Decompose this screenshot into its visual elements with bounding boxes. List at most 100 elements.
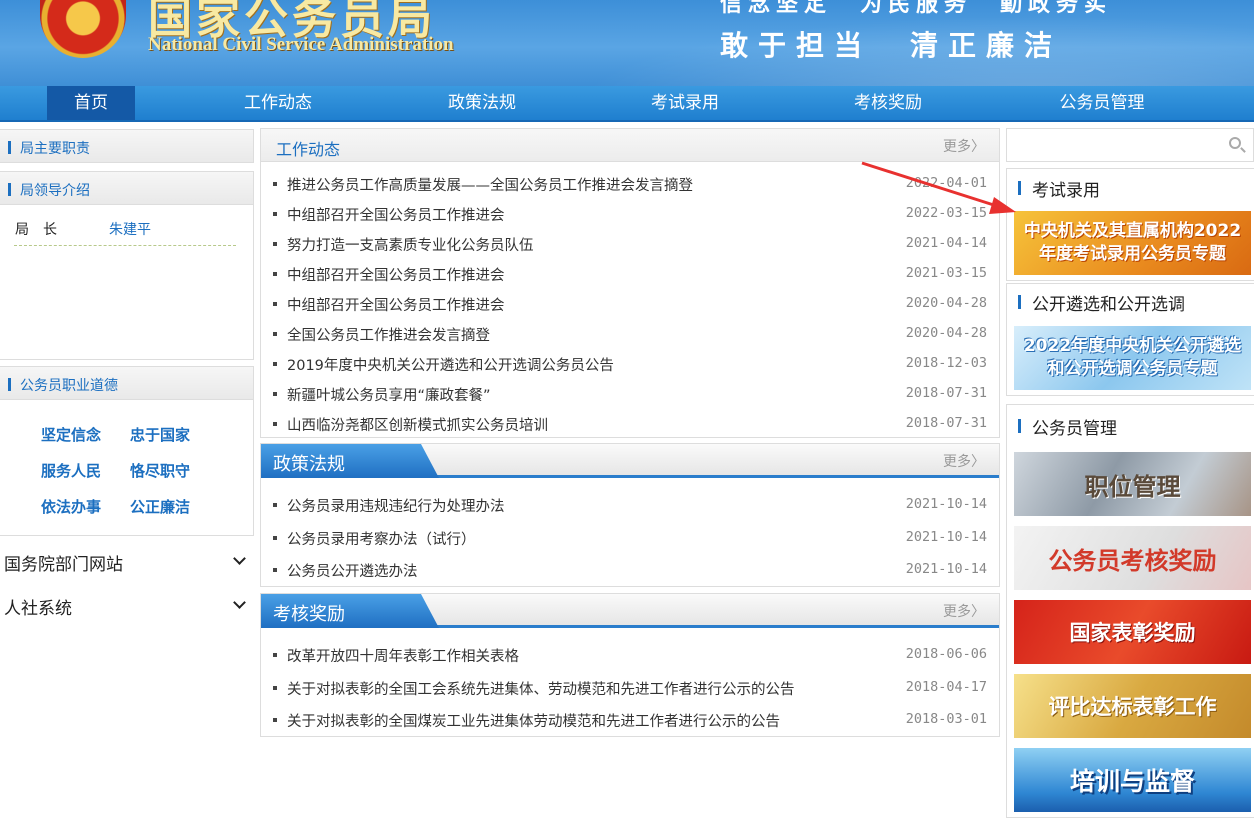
compare-commend-banner[interactable]: 评比达标表彰工作 (1014, 674, 1251, 738)
director-label: 局 长 (15, 222, 57, 238)
search-icon[interactable] (1229, 137, 1241, 149)
chevron-down-icon (233, 596, 246, 609)
bullet-icon (273, 422, 277, 426)
search-input[interactable] (1013, 135, 1223, 155)
exam-heading-text: 考试录用 (1032, 181, 1100, 201)
nav-home[interactable]: 首页 (47, 86, 135, 120)
news-date: 2020-04-28 (905, 325, 987, 341)
management-heading: 公务员管理 (1018, 414, 1117, 439)
bullet-icon (273, 686, 277, 690)
award-more-link[interactable]: 更多〉 (943, 601, 985, 621)
news-title[interactable]: 中组部召开全国公务员工作推进会 (287, 294, 505, 315)
news-item[interactable]: 关于对拟表彰的全国工会系统先进集体、劳动模范和先进工作者进行公示的公告 2018-… (273, 678, 987, 698)
bullet-icon (273, 392, 277, 396)
news-item[interactable]: 中组部召开全国公务员工作推进会 2022-03-15 (273, 204, 987, 224)
news-item[interactable]: 全国公务员工作推进会发言摘登 2020-04-28 (273, 324, 987, 344)
nav-policy[interactable]: 政策法规 (432, 86, 532, 120)
news-title[interactable]: 中组部召开全国公务员工作推进会 (287, 204, 505, 225)
nav-award[interactable]: 考核奖励 (838, 86, 938, 120)
bullet-icon (273, 242, 277, 246)
news-item[interactable]: 推进公务员工作高质量发展——全国公务员工作推进会发言摘登 2022-04-01 (273, 174, 987, 194)
news-item[interactable]: 新疆叶城公务员享用“廉政套餐” 2018-07-31 (273, 384, 987, 404)
news-date: 2018-06-06 (905, 646, 987, 662)
news-date: 2018-07-31 (905, 415, 987, 431)
news-item[interactable]: 中组部召开全国公务员工作推进会 2021-03-15 (273, 264, 987, 284)
evaluation-award-banner[interactable]: 公务员考核奖励 (1014, 526, 1251, 590)
award-panel: 考核奖励 更多〉 改革开放四十周年表彰工作相关表格 2018-06-06 关于对拟… (260, 593, 1000, 737)
bar-marker (8, 183, 11, 196)
news-item[interactable]: 关于对拟表彰的全国煤炭工业先进集体劳动模范和先进工作者进行公示的公告 2018-0… (273, 710, 987, 730)
news-item[interactable]: 2019年度中央机关公开遴选和公开选调公务员公告 2018-12-03 (273, 354, 987, 374)
news-item[interactable]: 公务员公开遴选办法 2021-10-14 (273, 560, 987, 580)
news-date: 2018-12-03 (905, 355, 987, 371)
ethics-title: 公务员职业道德 (20, 378, 118, 394)
news-title[interactable]: 改革开放四十周年表彰工作相关表格 (287, 645, 519, 666)
policy-more-link[interactable]: 更多〉 (943, 451, 985, 471)
selection-heading-text: 公开遴选和公开选调 (1032, 295, 1185, 315)
left-ethics-bar: 公务员职业道德 (0, 366, 254, 400)
ethic-item: 坚定信念 (41, 426, 102, 444)
news-item[interactable]: 公务员录用违规违纪行为处理办法 2021-10-14 (273, 495, 987, 515)
news-title[interactable]: 公务员录用考察办法（试行） (287, 528, 476, 549)
news-title[interactable]: 山西临汾尧都区创新模式抓实公务员培训 (287, 414, 548, 435)
banner-line: 和公开选调公务员专题 (1047, 359, 1218, 379)
exam-2022-banner[interactable]: 中央机关及其直属机构2022 年度考试录用公务员专题 (1014, 211, 1251, 275)
director-name-link[interactable]: 朱建平 (109, 219, 151, 239)
news-title[interactable]: 2019年度中央机关公开遴选和公开选调公务员公告 (287, 354, 614, 375)
national-emblem-logo[interactable] (40, 0, 126, 58)
position-management-banner[interactable]: 职位管理 (1014, 452, 1251, 516)
work-news-more-link[interactable]: 更多〉 (943, 136, 985, 156)
news-item[interactable]: 公务员录用考察办法（试行） 2021-10-14 (273, 528, 987, 548)
bullet-icon (273, 718, 277, 722)
nav-work-news[interactable]: 工作动态 (228, 86, 328, 120)
left-duties-bar[interactable]: 局主要职责 (0, 129, 254, 163)
leaders-link[interactable]: 局领导介绍 (20, 180, 90, 200)
ethics-box: 坚定信念 忠于国家 服务人民 恪尽职守 依法办事 公正廉洁 (0, 400, 254, 536)
news-title[interactable]: 公务员录用违规违纪行为处理办法 (287, 495, 505, 516)
news-title[interactable]: 关于对拟表彰的全国煤炭工业先进集体劳动模范和先进工作者进行公示的公告 (287, 710, 780, 731)
news-title[interactable]: 努力打造一支高素质专业化公务员队伍 (287, 234, 534, 255)
policy-title[interactable]: 政策法规 (273, 450, 345, 476)
chevron-right-icon: 〉 (971, 604, 985, 620)
award-title[interactable]: 考核奖励 (273, 600, 345, 626)
news-item[interactable]: 改革开放四十周年表彰工作相关表格 2018-06-06 (273, 645, 987, 665)
policy-tab[interactable]: 政策法规 (261, 444, 439, 478)
bullet-icon (273, 332, 277, 336)
more-label: 更多 (943, 139, 971, 155)
news-date: 2022-04-01 (905, 175, 987, 191)
more-label: 更多 (943, 604, 971, 620)
national-honor-banner[interactable]: 国家表彰奖励 (1014, 600, 1251, 664)
training-supervision-banner[interactable]: 培训与监督 (1014, 748, 1251, 812)
news-title[interactable]: 全国公务员工作推进会发言摘登 (287, 324, 490, 345)
news-title[interactable]: 新疆叶城公务员享用“廉政套餐” (287, 384, 491, 405)
news-title[interactable]: 关于对拟表彰的全国工会系统先进集体、劳动模范和先进工作者进行公示的公告 (287, 678, 795, 699)
bullet-icon (273, 653, 277, 657)
duties-link[interactable]: 局主要职责 (20, 138, 90, 158)
news-item[interactable]: 山西临汾尧都区创新模式抓实公务员培训 2018-07-31 (273, 414, 987, 434)
more-label: 更多 (943, 454, 971, 470)
banner-line: 年度考试录用公务员专题 (1038, 244, 1226, 264)
nav-management[interactable]: 公务员管理 (1040, 86, 1164, 120)
site-title-en[interactable]: National Civil Service Administration (148, 34, 454, 56)
news-date: 2021-10-14 (905, 561, 987, 577)
banner-line: 中央机关及其直属机构2022 (1023, 221, 1242, 241)
award-tab[interactable]: 考核奖励 (261, 594, 439, 628)
news-title[interactable]: 中组部召开全国公务员工作推进会 (287, 264, 505, 285)
ethic-item: 公正廉洁 (130, 498, 191, 516)
policy-header: 政策法规 更多〉 (261, 444, 999, 478)
work-news-title[interactable]: 工作动态 (276, 136, 340, 160)
selection-2022-banner[interactable]: 2022年度中央机关公开遴选 和公开选调公务员专题 (1014, 326, 1251, 390)
news-date: 2018-03-01 (905, 711, 987, 727)
news-item[interactable]: 努力打造一支高素质专业化公务员队伍 2021-04-14 (273, 234, 987, 254)
left-leaders-bar[interactable]: 局领导介绍 (0, 171, 254, 205)
nav-exam[interactable]: 考试录用 (635, 86, 735, 120)
news-item[interactable]: 中组部召开全国公务员工作推进会 2020-04-28 (273, 294, 987, 314)
news-title[interactable]: 公务员公开遴选办法 (287, 560, 418, 581)
state-council-dept-select[interactable]: 国务院部门网站 (4, 550, 250, 575)
select-label: 人社系统 (4, 599, 72, 619)
hr-system-select[interactable]: 人社系统 (4, 594, 250, 619)
select-label: 国务院部门网站 (4, 555, 123, 575)
chevron-right-icon: 〉 (971, 139, 985, 155)
bullet-icon (273, 362, 277, 366)
news-title[interactable]: 推进公务员工作高质量发展——全国公务员工作推进会发言摘登 (287, 174, 693, 195)
